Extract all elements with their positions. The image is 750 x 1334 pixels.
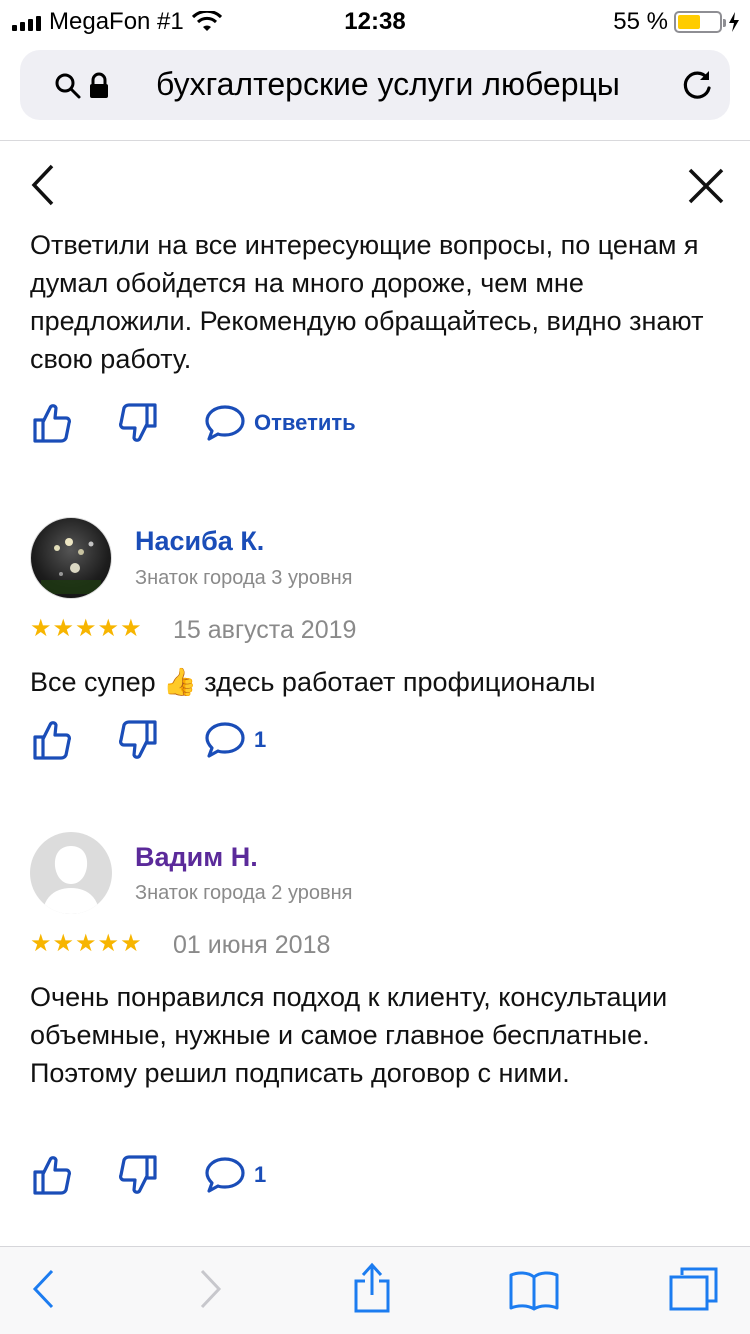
lock-icon [90, 72, 108, 98]
author-name[interactable]: Насиба К. [135, 526, 264, 557]
battery-fill [678, 15, 700, 29]
reload-icon[interactable] [680, 68, 714, 102]
status-right: 55 % [613, 8, 740, 36]
address-bar[interactable]: бухгалтерские услуги люберцы [20, 50, 730, 120]
avatar-photo [41, 538, 101, 594]
rating-stars: ★★★★★ [30, 930, 143, 957]
like-button[interactable] [32, 402, 72, 444]
dislike-button[interactable] [118, 1154, 158, 1196]
review-date: 15 августа 2019 [173, 616, 357, 644]
dislike-button[interactable] [118, 719, 158, 761]
battery-icon [674, 11, 726, 33]
default-avatar-icon [31, 833, 111, 914]
battery-percent: 55 % [613, 8, 668, 35]
avatar [30, 517, 112, 599]
charging-icon [729, 12, 739, 32]
top-divider [0, 140, 750, 141]
comments-button[interactable]: 1 [204, 721, 266, 759]
dislike-button[interactable] [118, 402, 158, 444]
comment-count[interactable]: 1 [254, 727, 266, 753]
thumbs-down-icon [119, 403, 157, 442]
comment-count[interactable]: 1 [254, 1162, 266, 1188]
author-level: Знаток города 3 уровня [135, 567, 353, 589]
author-name[interactable]: Вадим Н. [135, 842, 258, 873]
thumbs-down-icon [119, 1155, 157, 1194]
review-actions: Ответить [32, 402, 402, 444]
review-text: Ответили на все интересующие вопросы, по… [30, 230, 704, 374]
url-icons [54, 72, 110, 100]
thumbs-down-icon [119, 720, 157, 759]
chevron-left-icon[interactable] [28, 162, 58, 208]
review-actions: 1 [32, 1154, 312, 1196]
forward-arrow-icon[interactable] [198, 1267, 224, 1311]
review-date: 01 июня 2018 [173, 931, 331, 959]
review-text: Очень понравился подход к клиенту, консу… [30, 982, 668, 1088]
thumbs-up-icon [33, 404, 71, 443]
tabs-icon[interactable] [668, 1265, 720, 1313]
reply-label[interactable]: Ответить [254, 410, 356, 436]
review-text: Все супер 👍 здесь работает профиционалы [30, 667, 596, 697]
reply-button[interactable]: Ответить [204, 404, 356, 442]
review-actions: 1 [32, 719, 312, 761]
like-button[interactable] [32, 719, 72, 761]
url-text[interactable]: бухгалтерские услуги люберцы [156, 66, 620, 103]
rating-stars: ★★★★★ [30, 615, 143, 642]
close-icon[interactable] [686, 166, 726, 206]
search-icon [55, 73, 81, 99]
bookmarks-icon[interactable] [508, 1269, 560, 1311]
author-level: Знаток города 2 уровня [135, 882, 353, 904]
thumbs-up-icon [33, 721, 71, 760]
back-arrow-icon[interactable] [30, 1267, 56, 1311]
comment-bubble-icon [205, 1157, 245, 1193]
share-icon[interactable] [352, 1261, 392, 1315]
comment-bubble-icon [205, 405, 245, 441]
thumbs-up-icon [33, 1156, 71, 1195]
comments-button[interactable]: 1 [204, 1156, 266, 1194]
comment-bubble-icon [205, 722, 245, 758]
like-button[interactable] [32, 1154, 72, 1196]
status-bar: MegaFon #1 12:38 55 % [0, 0, 750, 40]
browser-toolbar [0, 1246, 750, 1334]
avatar [30, 832, 112, 914]
